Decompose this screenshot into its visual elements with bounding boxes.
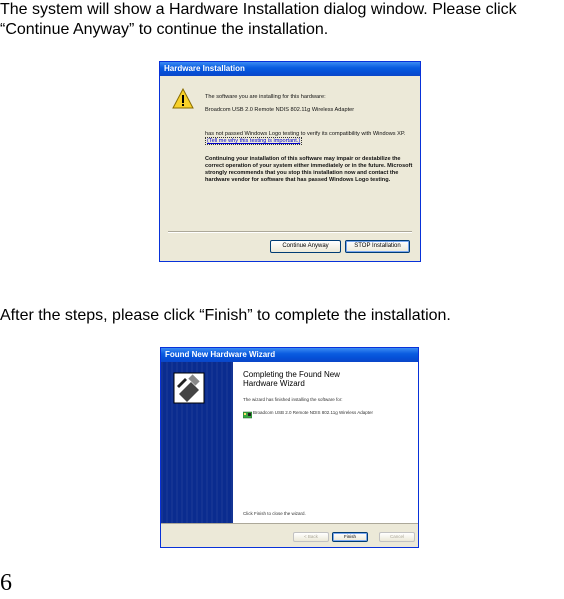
dialog-title: Hardware Installation [160,62,420,76]
wizard-title: Found New Hardware Wizard [161,348,418,362]
page-number: 6 [0,570,12,596]
device-name: Broadcom USB 2.0 Remote NDIS 802.11g Wir… [205,107,355,113]
wizard-content: Completing the Found New Hardware Wizard… [233,362,418,523]
wizard-close-text: Click Finish to close the wizard. [243,511,306,516]
back-button[interactable]: < Back [293,532,329,542]
instruction-paragraph-2: After the steps, please click “Finish” t… [0,307,451,324]
cancel-button[interactable]: Cancel [379,532,415,542]
network-adapter-icon [243,411,252,419]
found-new-hardware-wizard: Found New Hardware Wizard Completing the… [160,347,419,548]
instruction-paragraph-1: The system will show a Hardware Installa… [0,1,517,38]
warning-text: Continuing your installation of this sof… [205,156,413,183]
software-intro-text: The software you are installing for this… [205,94,326,100]
hardware-wizard-icon [173,372,205,404]
logo-testing-text: has not passed Windows Logo testing to v… [205,131,413,145]
wizard-device-name: Broadcom USB 2.0 Remote NDIS 802.11g Wir… [253,410,373,415]
wizard-side-panel [161,362,233,523]
continue-anyway-button[interactable]: Continue Anyway [270,240,341,253]
wizard-heading: Completing the Found New Hardware Wizard [243,370,340,388]
dialog-separator [168,231,412,233]
tell-me-why-link[interactable]: (Tell me why this testing is important.) [205,137,303,145]
wizard-finished-text: The wizard has finished installing the s… [243,397,343,402]
warning-icon [172,88,194,109]
hardware-installation-dialog: Hardware Installation The software you a… [159,61,421,262]
finish-button[interactable]: Finish [332,532,368,542]
wizard-footer: < Back Finish Cancel [161,523,418,547]
stop-installation-button[interactable]: STOP Installation [345,240,410,253]
dialog-body: The software you are installing for this… [160,76,420,261]
